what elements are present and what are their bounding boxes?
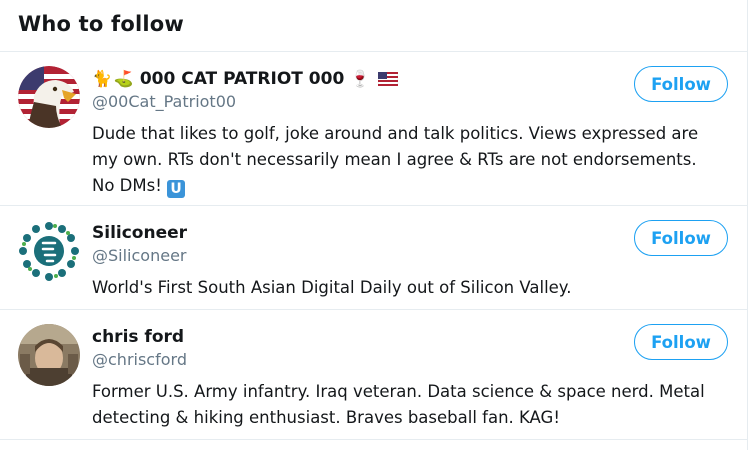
user-card[interactable]: 🐈 ⛳ 000 CAT PATRIOT 000 🍷 @00Cat_Patriot… <box>0 52 747 206</box>
eagle-avatar-icon <box>18 66 80 128</box>
wine-glass-emoji-icon: 🍷 <box>350 69 371 88</box>
display-name: Siliconeer <box>92 223 188 243</box>
follow-button[interactable]: Follow <box>634 220 728 256</box>
siliconeer-logo-icon <box>18 220 80 282</box>
u-letter-badge-icon: U <box>167 180 186 198</box>
user-info: Siliconeer @Siliconeer World's First Sou… <box>92 219 729 297</box>
avatar[interactable] <box>18 324 80 386</box>
avatar[interactable] <box>18 66 80 128</box>
photo-avatar-icon <box>18 324 80 386</box>
user-card[interactable]: Siliconeer @Siliconeer World's First Sou… <box>0 206 747 310</box>
golf-flag-emoji-icon: ⛳ <box>113 69 134 88</box>
avatar[interactable] <box>18 220 80 282</box>
user-handle: @Siliconeer <box>92 246 187 265</box>
user-handle: @00Cat_Patriot00 <box>92 92 237 111</box>
user-bio: Dude that likes to golf, joke around and… <box>92 121 729 199</box>
panel-header: Who to follow <box>0 0 747 52</box>
cat-emoji-icon: 🐈 <box>92 69 112 88</box>
us-flag-icon <box>378 72 399 86</box>
panel-title: Who to follow <box>18 12 185 36</box>
user-handle: @chriscford <box>92 350 187 369</box>
user-bio: World's First South Asian Digital Daily … <box>92 278 572 297</box>
who-to-follow-panel: Who to follow 🐈 ⛳ 000 CAT PATRIOT 000 🍷 … <box>0 0 748 450</box>
display-name: chris ford <box>92 327 185 347</box>
follow-button[interactable]: Follow <box>634 66 728 102</box>
follow-button[interactable]: Follow <box>634 324 728 360</box>
display-name: 000 CAT PATRIOT 000 <box>139 69 345 89</box>
user-card[interactable]: chris ford @chriscford Former U.S. Army … <box>0 310 747 440</box>
user-bio: Former U.S. Army infantry. Iraq veteran.… <box>92 382 705 427</box>
